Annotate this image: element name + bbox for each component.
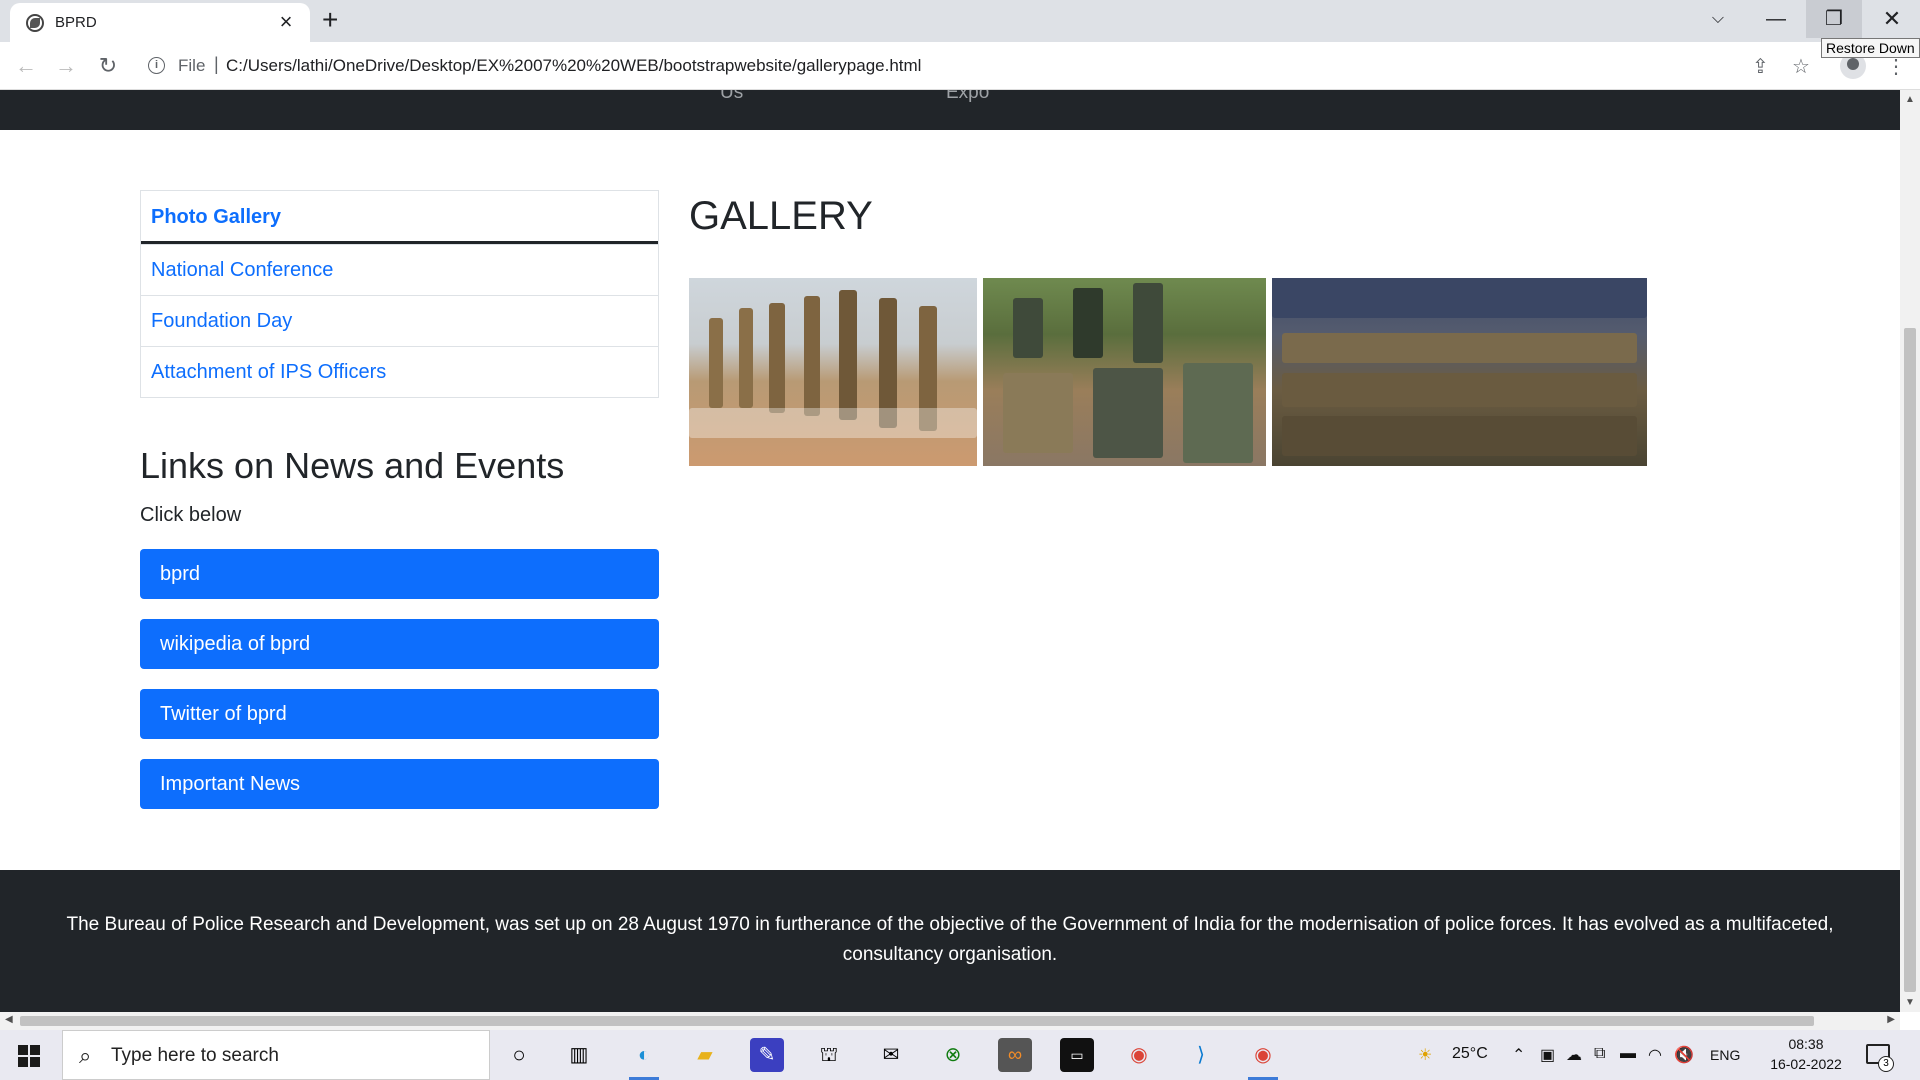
weather-icon[interactable]: ☀ — [1418, 1045, 1432, 1065]
twitter-button[interactable]: Twitter of bprd — [140, 689, 659, 739]
browser-toolbar: ← → ↻ i File | C:/Users/lathi/OneDrive/D… — [0, 42, 1920, 90]
scroll-down-arrow-icon[interactable]: ▼ — [1905, 997, 1915, 1008]
browser-tab[interactable]: BPRD × — [10, 3, 310, 42]
parade-photo[interactable] — [689, 278, 977, 466]
new-tab-icon[interactable]: + — [322, 4, 338, 36]
list-item-foundation-day[interactable]: Foundation Day — [141, 295, 658, 346]
globe-icon — [26, 14, 44, 32]
gallery-title: GALLERY — [689, 194, 873, 238]
firearms-training-photo[interactable] — [983, 278, 1266, 466]
tray-chevron-icon[interactable]: ⌃ — [1512, 1045, 1525, 1065]
clock[interactable]: 08:38 16-02-2022 — [1768, 1034, 1844, 1074]
vertical-scroll-thumb[interactable] — [1904, 328, 1916, 992]
url-scheme: File — [178, 56, 206, 75]
vscode-icon[interactable]: ⟩ — [1184, 1038, 1218, 1072]
task-view-icon[interactable]: ▥ — [562, 1038, 596, 1072]
store-icon[interactable]: ⛫ — [812, 1038, 846, 1072]
share-icon[interactable]: ⇪ — [1752, 54, 1769, 79]
forward-arrow-icon[interactable]: → — [50, 50, 82, 82]
windows-start-icon[interactable] — [18, 1045, 40, 1067]
language-indicator[interactable]: ENG — [1710, 1047, 1740, 1063]
meet-icon[interactable]: ▣ — [1540, 1045, 1555, 1065]
reload-icon[interactable]: ↻ — [92, 50, 124, 82]
address-bar[interactable]: i File | C:/Users/lathi/OneDrive/Desktop… — [138, 48, 1758, 84]
links-heading: Links on News and Events — [140, 445, 565, 486]
info-icon[interactable]: i — [148, 57, 165, 74]
horizontal-scrollbar[interactable]: ◀ ▶ — [0, 1012, 1900, 1030]
taskbar-search-placeholder: Type here to search — [111, 1045, 279, 1066]
url-separator: | — [214, 54, 219, 74]
nav-link-about-us[interactable]: Us — [720, 90, 743, 104]
edge-icon[interactable]: ◐ — [627, 1038, 661, 1080]
site-navbar: Us Expo — [0, 90, 1900, 130]
wifi-icon[interactable]: ◠ — [1648, 1045, 1662, 1065]
volume-muted-icon[interactable]: 🔇 — [1674, 1045, 1694, 1065]
browser-tab-strip: BPRD × + ⌵ — ❐ ✕ — [0, 0, 1920, 42]
scroll-right-arrow-icon[interactable]: ▶ — [1887, 1014, 1895, 1025]
clock-time: 08:38 — [1788, 1036, 1824, 1052]
vertical-scrollbar[interactable]: ▲ ▼ — [1900, 90, 1920, 1012]
list-item-national-conference[interactable]: National Conference — [141, 244, 658, 295]
terminal-icon[interactable]: ▭ — [1060, 1038, 1094, 1072]
nav-link-expo[interactable]: Expo — [946, 90, 989, 104]
display-icon[interactable]: ⧉ — [1594, 1045, 1605, 1063]
writing-app-icon[interactable]: ✎ — [750, 1038, 784, 1072]
list-item-ips-attachment[interactable]: Attachment of IPS Officers — [141, 346, 658, 397]
minimize-icon[interactable]: — — [1748, 0, 1804, 38]
media-app-icon[interactable]: ∞ — [998, 1038, 1032, 1072]
battery-icon[interactable]: ▬ — [1620, 1045, 1636, 1063]
scroll-left-arrow-icon[interactable]: ◀ — [5, 1014, 13, 1025]
restore-down-icon[interactable]: ❐ — [1806, 0, 1862, 38]
chrome-icon[interactable]: ◉ — [1122, 1038, 1156, 1072]
cortana-icon[interactable]: ○ — [502, 1038, 536, 1072]
list-item-photo-gallery[interactable]: Photo Gallery — [141, 191, 658, 244]
notification-count: 3 — [1878, 1056, 1894, 1072]
scroll-up-arrow-icon[interactable]: ▲ — [1905, 94, 1915, 105]
wikipedia-button[interactable]: wikipedia of bprd — [140, 619, 659, 669]
back-arrow-icon[interactable]: ← — [10, 50, 42, 82]
url-text[interactable]: C:/Users/lathi/OneDrive/Desktop/EX%2007%… — [226, 56, 921, 76]
xbox-icon[interactable]: ⊗ — [936, 1038, 970, 1072]
important-news-button[interactable]: Important News — [140, 759, 659, 809]
bookmark-star-icon[interactable]: ☆ — [1792, 54, 1810, 79]
chrome-active-icon[interactable]: ◉ — [1246, 1038, 1280, 1080]
gallery-category-list: Photo Gallery National Conference Founda… — [140, 190, 659, 398]
links-subtext: Click below — [140, 504, 242, 526]
page-viewport: Us Expo Photo Gallery National Conferenc… — [0, 90, 1900, 1012]
footer-text: The Bureau of Police Research and Develo… — [66, 914, 1834, 965]
site-footer: The Bureau of Police Research and Develo… — [0, 870, 1900, 1012]
horizontal-scroll-thumb[interactable] — [20, 1016, 1814, 1026]
restore-down-tooltip: Restore Down — [1821, 38, 1920, 58]
conference-hall-photo[interactable] — [1272, 278, 1647, 466]
tab-close-icon[interactable]: × — [274, 9, 298, 35]
file-explorer-icon[interactable]: ▰ — [688, 1038, 722, 1072]
search-icon: ⌕ — [79, 1043, 92, 1068]
tab-search-icon[interactable]: ⌵ — [1690, 0, 1746, 38]
window-close-icon[interactable]: ✕ — [1864, 0, 1920, 38]
temperature-label[interactable]: 25°C — [1452, 1045, 1488, 1063]
onedrive-icon[interactable]: ☁ — [1566, 1045, 1582, 1065]
tab-title: BPRD — [55, 14, 97, 31]
windows-taskbar: ⌕ Type here to search ○ ▥ ◐ ▰ ✎ ⛫ ✉ ⊗ ∞ … — [0, 1030, 1920, 1080]
clock-date: 16-02-2022 — [1770, 1056, 1842, 1072]
mail-icon[interactable]: ✉ — [874, 1038, 908, 1072]
bprd-button[interactable]: bprd — [140, 549, 659, 599]
taskbar-search-box[interactable]: ⌕ Type here to search — [62, 1030, 490, 1080]
